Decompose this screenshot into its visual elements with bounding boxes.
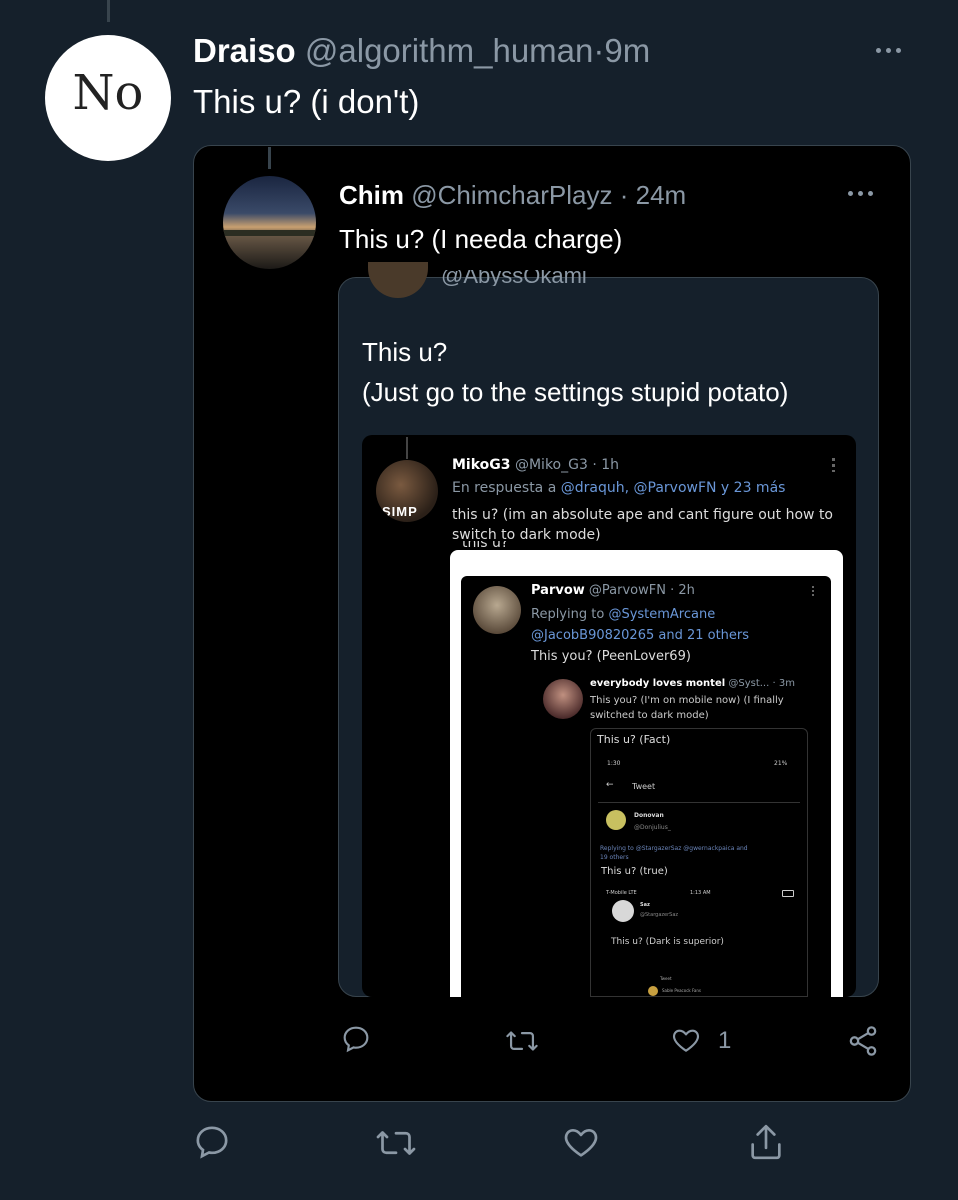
more-icon <box>832 458 835 472</box>
reply-line: Replying to @SystemArcane @JacobB9082026… <box>531 604 749 646</box>
share-icon[interactable] <box>846 1024 880 1058</box>
status-time: 1:13 AM <box>690 890 711 896</box>
quote-header: everybody loves montel @Syst... · 3m <box>590 678 795 689</box>
divider <box>598 802 800 803</box>
separator: · <box>592 457 597 473</box>
battery-icon <box>782 890 794 897</box>
tweet-text-line: (Just go to the settings stupid potato) <box>362 377 789 407</box>
like-icon[interactable] <box>561 1122 601 1162</box>
tweet-text: this u? (im an absolute ape and cant fig… <box>452 505 833 545</box>
reply-mention: @SystemArcane <box>608 607 716 622</box>
back-arrow-icon: ← <box>606 780 614 790</box>
tweet-text-line: This you? (I'm on mobile now) (I finally <box>590 695 784 706</box>
avatar <box>648 986 658 996</box>
status-time: 1:30 <box>607 760 621 767</box>
author-handle: @Donjulius_ <box>634 824 671 831</box>
more-icon[interactable] <box>876 48 901 53</box>
like-icon[interactable] <box>670 1024 702 1056</box>
author-name: Saz <box>640 902 650 908</box>
reply-line-1: Replying to @StargazerSaz @gwernackpaica… <box>600 845 748 852</box>
avatar <box>473 586 521 634</box>
avatar-text: No <box>72 65 144 121</box>
quote-header: Parvow @ParvowFN · 2h <box>531 583 695 598</box>
retweet-icon[interactable] <box>375 1126 417 1160</box>
quote-header: Chim @ChimcharPlayz · 24m <box>339 180 686 211</box>
tweet-text-line: This u? <box>362 337 448 367</box>
status-right: 21% <box>774 760 788 767</box>
author-name: everybody loves montel <box>590 678 726 689</box>
reply-line-2: 19 others <box>600 854 629 861</box>
avatar <box>606 810 626 830</box>
more-icon[interactable] <box>848 191 873 196</box>
cut-handle: @AbyssOkami <box>441 270 587 286</box>
author-handle[interactable]: @algorithm_human <box>305 32 593 69</box>
share-icon[interactable] <box>746 1121 786 1163</box>
tweet-text: This you? (I'm on mobile now) (I finally… <box>590 693 784 723</box>
reply-prefix: En respuesta a <box>452 480 557 496</box>
tweet-text: This u? (I needa charge) <box>339 224 623 254</box>
nav-title: Tweet <box>660 976 672 981</box>
avatar[interactable]: No <box>45 35 171 161</box>
nav-title: Tweet <box>632 782 656 791</box>
timestamp[interactable]: 9m <box>604 32 650 69</box>
thread-line <box>406 437 408 459</box>
tweet-text: This u? (i don't) <box>193 83 420 120</box>
separator: · <box>670 583 675 598</box>
avatar <box>612 900 634 922</box>
tweet-text: This u? (true) <box>601 866 668 877</box>
screenshot-card <box>590 728 808 997</box>
separator: · <box>772 678 776 689</box>
like-count: 1 <box>718 1027 732 1054</box>
quote-header: This u? (Fact) <box>597 733 671 746</box>
tweet-text-line: this u? (im an absolute ape and cant fig… <box>452 507 834 523</box>
thread-line <box>107 0 110 22</box>
timestamp: 2h <box>678 583 695 598</box>
reply-mentions: @draquh, @ParvowFN y 23 más <box>560 480 786 496</box>
author-name[interactable]: Chim <box>339 180 404 210</box>
reply-mention: @JacobB90820265 and 21 others <box>531 628 750 643</box>
tweet-text-line: switched to dark mode) <box>590 710 709 721</box>
tweet-text: This you? (PeenLover69) <box>531 649 691 664</box>
reply-icon[interactable] <box>192 1122 232 1162</box>
separator: · <box>593 32 605 69</box>
quote-header: MikoG3 @Miko_G3 · 1h <box>452 457 619 473</box>
avatar <box>543 679 583 719</box>
avatar[interactable] <box>223 176 316 269</box>
more-icon <box>812 586 814 596</box>
author-handle: @ParvowFN <box>588 583 666 598</box>
tweet-text: This u? (Dark is superior) <box>611 937 724 947</box>
reply-prefix: Replying to <box>531 607 605 622</box>
status-carrier: T-Mobile LTE <box>606 890 637 896</box>
author-name: Donovan <box>634 812 664 819</box>
avatar-text: SIMP <box>382 504 418 519</box>
author-handle: @Miko_G3 <box>514 457 588 473</box>
reply-line: En respuesta a @draquh, @ParvowFN y 23 m… <box>452 480 785 496</box>
thread-line <box>268 147 271 169</box>
tweet-text-line: switch to dark mode) <box>452 527 601 543</box>
reply-line: Replying to @StargazerSaz @gwernackpaica… <box>600 844 748 862</box>
author-handle[interactable]: @ChimcharPlayz <box>411 180 612 210</box>
author-handle: @Syst... <box>728 678 770 689</box>
timestamp: 3m <box>778 678 795 689</box>
author-name[interactable]: Draiso <box>193 32 296 69</box>
tweet-text: This u? (Just go to the settings stupid … <box>362 332 788 412</box>
author-handle: @StargazerSaz <box>640 912 679 918</box>
author-name: Parvow <box>531 583 585 598</box>
avatar: SIMP <box>376 460 438 522</box>
author-name: Sable Peacock Fans <box>662 988 701 993</box>
timestamp[interactable]: 24m <box>636 180 687 210</box>
separator: · <box>619 180 629 210</box>
cut-text: this u? <box>462 541 509 550</box>
author-name: MikoG3 <box>452 457 511 473</box>
reply-icon[interactable] <box>340 1023 372 1055</box>
timestamp: 1h <box>601 457 620 473</box>
tweet-header: Draiso @algorithm_human·9m <box>193 32 650 70</box>
retweet-icon[interactable] <box>505 1027 539 1055</box>
